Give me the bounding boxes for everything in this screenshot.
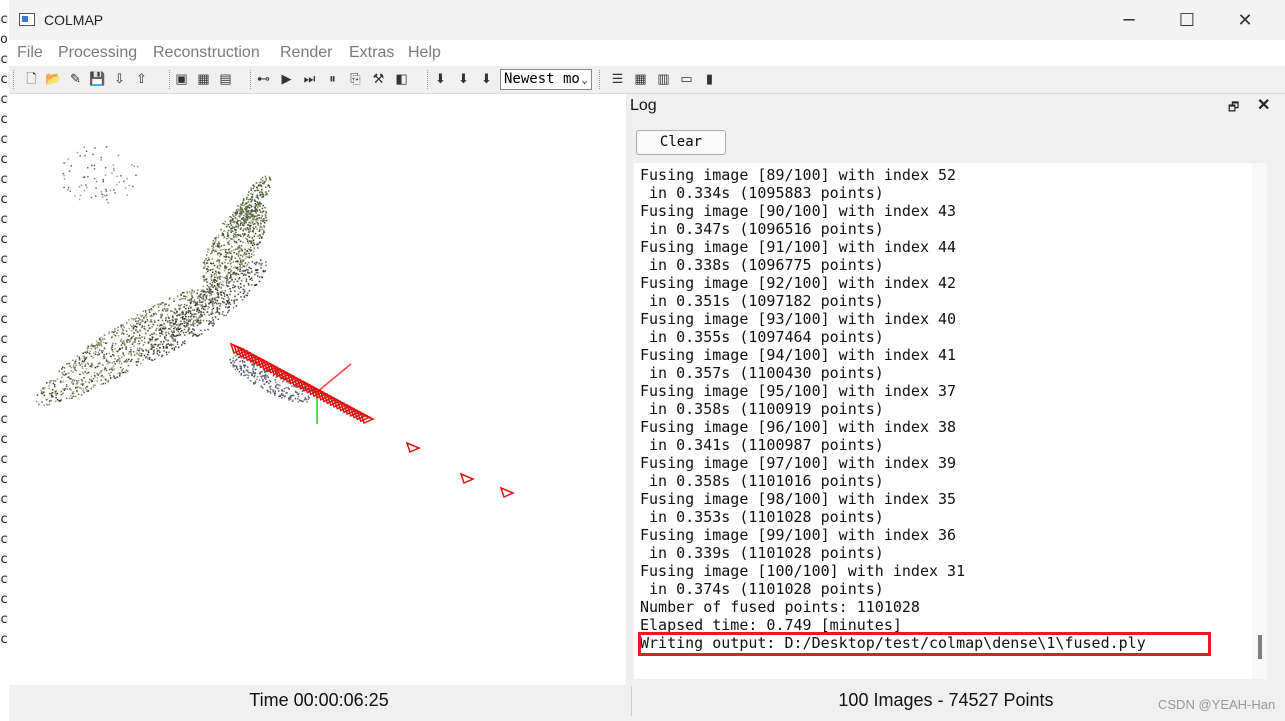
float-icon[interactable]: 🗗 bbox=[1228, 98, 1239, 119]
log-line: Fusing image [97/100] with index 39 bbox=[640, 454, 957, 472]
log-line: Fusing image [93/100] with index 40 bbox=[640, 310, 957, 328]
toolbar-separator bbox=[250, 70, 253, 89]
menu-render[interactable]: Render bbox=[280, 44, 332, 62]
log-scrollbar[interactable] bbox=[1252, 163, 1267, 679]
log-chart-icon[interactable]: ▥ bbox=[656, 71, 671, 86]
camera-frustums bbox=[229, 342, 515, 499]
feature-matching-icon[interactable]: ▦ bbox=[196, 71, 211, 86]
log-line: in 0.338s (1096775 points) bbox=[640, 256, 884, 274]
log-line: Fusing image [95/100] with index 37 bbox=[640, 382, 957, 400]
log-line: Fusing image [98/100] with index 35 bbox=[640, 490, 957, 508]
reconstruction-stats-icon[interactable]: ☰ bbox=[610, 71, 625, 86]
dense-reconstruction-icon[interactable]: ◧ bbox=[394, 71, 409, 86]
snapshot-select-value: Newest mo bbox=[504, 71, 580, 87]
log-line: in 0.339s (1101028 points) bbox=[640, 544, 884, 562]
render-options-icon[interactable]: ⬇ bbox=[433, 71, 448, 86]
log-line: in 0.357s (1100430 points) bbox=[640, 364, 884, 382]
grab-image-icon[interactable]: ⬇ bbox=[479, 71, 494, 86]
clear-button[interactable]: Clear bbox=[636, 130, 726, 155]
open-project-icon[interactable]: 📂 bbox=[45, 71, 61, 86]
point-cloud-view[interactable] bbox=[9, 94, 626, 685]
camera-frustum bbox=[405, 441, 421, 454]
toolbar-separator bbox=[599, 70, 602, 89]
reset-view-icon[interactable]: ⬇ bbox=[456, 71, 471, 86]
app-icon bbox=[19, 13, 35, 26]
log-line: in 0.374s (1101028 points) bbox=[640, 580, 884, 598]
menu-file[interactable]: File bbox=[17, 44, 43, 62]
log-line: Fusing image [94/100] with index 41 bbox=[640, 346, 957, 364]
database-icon[interactable]: ▤ bbox=[218, 71, 233, 86]
log-line: Number of fused points: 1101028 bbox=[640, 598, 920, 616]
edit-project-icon[interactable]: ✎ bbox=[68, 71, 83, 86]
menu-processing[interactable]: Processing bbox=[58, 44, 137, 62]
camera-frustum bbox=[459, 472, 475, 485]
export-model-icon[interactable]: ⇧ bbox=[134, 71, 149, 86]
log-line: Fusing image [91/100] with index 44 bbox=[640, 238, 957, 256]
log-line: Fusing image [96/100] with index 38 bbox=[640, 418, 957, 436]
menu-bar: File Processing Reconstruction Render Ex… bbox=[9, 40, 1285, 66]
bundle-adjustment-icon[interactable]: ⚒ bbox=[371, 71, 386, 86]
background-terminal-strip: cocccccccccccccccccccccccccccccc bbox=[0, 0, 9, 721]
title-bar[interactable]: COLMAP ─ ☐ ✕ bbox=[9, 0, 1285, 40]
menu-help[interactable]: Help bbox=[408, 44, 441, 62]
snapshot-select[interactable]: Newest mo ⌄ bbox=[500, 69, 592, 90]
reset-icon[interactable]: ⎘ bbox=[348, 71, 363, 86]
close-icon[interactable]: ✕ bbox=[1257, 95, 1270, 115]
log-line: in 0.355s (1097464 points) bbox=[640, 328, 884, 346]
log-line: in 0.358s (1100919 points) bbox=[640, 400, 884, 418]
x-axis-line bbox=[316, 363, 352, 393]
log-line: in 0.351s (1097182 points) bbox=[640, 292, 884, 310]
save-project-icon[interactable]: 💾 bbox=[89, 71, 105, 86]
log-line: in 0.353s (1101028 points) bbox=[640, 508, 884, 526]
match-matrix-icon[interactable]: ▦ bbox=[633, 71, 648, 86]
close-button[interactable]: ✕ bbox=[1222, 4, 1268, 36]
colmap-window: COLMAP ─ ☐ ✕ File Processing Reconstruct… bbox=[9, 0, 1285, 721]
chevron-down-icon: ⌄ bbox=[581, 73, 588, 86]
maximize-button[interactable]: ☐ bbox=[1164, 4, 1210, 36]
menu-extras[interactable]: Extras bbox=[349, 44, 394, 62]
output-highlight-box bbox=[638, 632, 1211, 656]
import-model-icon[interactable]: ⇩ bbox=[112, 71, 127, 86]
feature-extraction-icon[interactable]: ▣ bbox=[174, 71, 189, 86]
log-line: in 0.358s (1101016 points) bbox=[640, 472, 884, 490]
log-line: Fusing image [99/100] with index 36 bbox=[640, 526, 957, 544]
toolbar-grip bbox=[13, 70, 16, 89]
log-line: Fusing image [92/100] with index 42 bbox=[640, 274, 957, 292]
project-info-icon[interactable]: ▮ bbox=[702, 71, 717, 86]
show-log-icon[interactable]: ▭ bbox=[679, 71, 694, 86]
window-title: COLMAP bbox=[44, 12, 104, 28]
status-bar: Time 00:00:06:25 100 Images - 74527 Poin… bbox=[9, 686, 1285, 721]
log-line: in 0.341s (1100987 points) bbox=[640, 436, 884, 454]
model-viewer[interactable] bbox=[9, 94, 626, 685]
log-line: Fusing image [100/100] with index 31 bbox=[640, 562, 966, 580]
toolbar-separator bbox=[427, 70, 430, 89]
log-scrollbar-thumb[interactable] bbox=[1258, 635, 1262, 659]
start-icon[interactable]: ▶ bbox=[279, 71, 294, 86]
log-line: Fusing image [89/100] with index 52 bbox=[640, 166, 957, 184]
log-output[interactable]: Fusing image [89/100] with index 52 in 0… bbox=[634, 163, 1252, 679]
minimize-button[interactable]: ─ bbox=[1106, 4, 1152, 36]
status-time: Time 00:00:06:25 bbox=[249, 690, 389, 710]
log-line: in 0.347s (1096516 points) bbox=[640, 220, 884, 238]
log-title: Log bbox=[630, 97, 657, 114]
toolbar-separator bbox=[169, 70, 172, 89]
menu-reconstruction[interactable]: Reconstruction bbox=[153, 44, 260, 62]
pause-icon[interactable]: ⏸ bbox=[325, 71, 340, 86]
toolbar: 🗋 📂 ✎ 💾 ⇩ ⇧ ▣ ▦ ▤ ⊷ ▶ ⏭ ⏸ ⎘ ⚒ ◧ ⬇ ⬇ ⬇ Newest mo ⌄ ☰ ▦ ▥ ▭ ▮ bbox=[9, 66, 1285, 94]
watermark: CSDN @YEAH-Han bbox=[1158, 697, 1276, 712]
new-project-icon[interactable]: 🗋 bbox=[24, 71, 39, 86]
reconstruction-options-icon[interactable]: ⊷ bbox=[256, 71, 271, 86]
log-line: Fusing image [90/100] with index 43 bbox=[640, 202, 957, 220]
camera-frustum bbox=[499, 486, 515, 499]
log-line: in 0.334s (1095883 points) bbox=[640, 184, 884, 202]
log-dock-header: Log 🗗 ✕ bbox=[630, 94, 1285, 120]
step-icon[interactable]: ⏭ bbox=[302, 71, 317, 86]
